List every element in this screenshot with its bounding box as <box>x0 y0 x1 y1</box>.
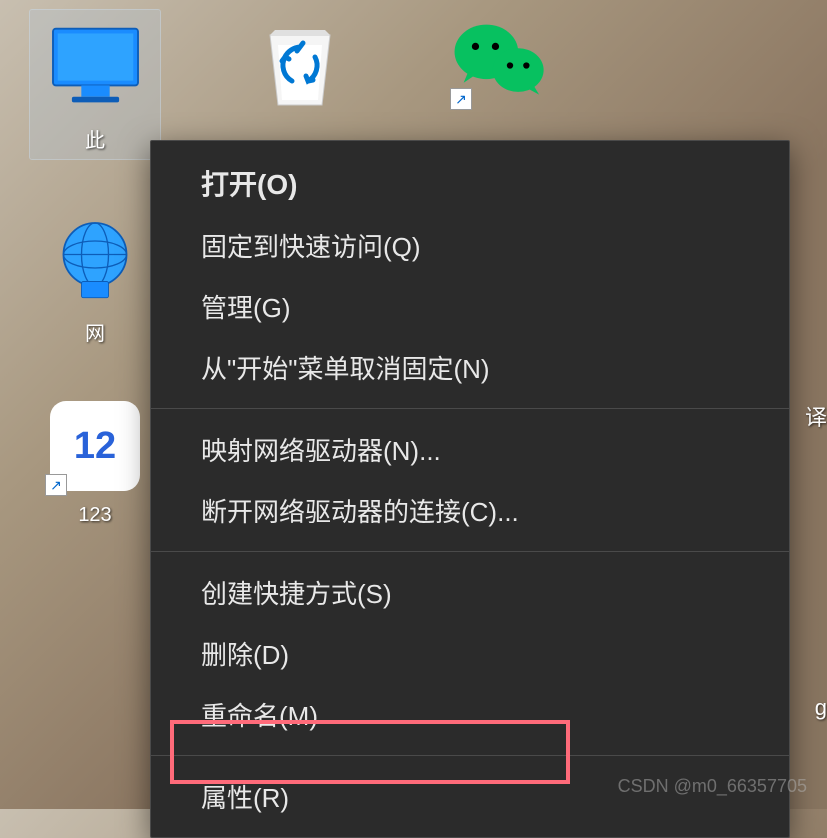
network-icon[interactable]: 网 <box>30 209 160 346</box>
context-menu: 打开(O) 固定到快速访问(Q) 管理(G) 从"开始"菜单取消固定(N) 映射… <box>150 140 790 838</box>
menu-delete[interactable]: 删除(D) <box>151 623 789 684</box>
menu-open[interactable]: 打开(O) <box>151 151 789 215</box>
shortcut-arrow-icon: ↗ <box>450 88 472 110</box>
shortcut-arrow-icon: ↗ <box>45 474 67 496</box>
wechat-icon[interactable]: ↗ <box>450 10 550 110</box>
app-123-box: 12 ↗ <box>45 396 145 496</box>
recycle-bin-icon[interactable] <box>250 10 350 110</box>
partial-label-right-1: 译 <box>805 400 827 432</box>
desktop-icon-column: 此 网 12 ↗ 123 <box>30 10 160 527</box>
this-pc-icon[interactable]: 此 <box>30 10 160 159</box>
app-123-icon[interactable]: 12 ↗ 123 <box>30 396 160 527</box>
monitor-icon <box>45 16 145 116</box>
menu-pin-quick-access[interactable]: 固定到快速访问(Q) <box>151 215 789 276</box>
desktop: 此 网 12 ↗ 123 <box>0 0 827 809</box>
menu-separator <box>151 408 789 409</box>
menu-separator <box>151 755 789 756</box>
app-123-label: 123 <box>78 504 111 527</box>
watermark: CSDN @m0_66357705 <box>618 776 807 797</box>
menu-unpin-start[interactable]: 从"开始"菜单取消固定(N) <box>151 337 789 398</box>
menu-map-network-drive[interactable]: 映射网络驱动器(N)... <box>151 419 789 480</box>
menu-create-shortcut[interactable]: 创建快捷方式(S) <box>151 562 789 623</box>
this-pc-label: 此 <box>85 124 105 153</box>
wechat-graphic: ↗ <box>450 10 550 110</box>
recycle-bin-graphic <box>250 10 350 110</box>
partial-label-right-2: g <box>815 695 827 721</box>
globe-icon <box>45 209 145 309</box>
menu-rename[interactable]: 重命名(M) <box>151 684 789 745</box>
network-label: 网 <box>85 317 105 346</box>
menu-separator <box>151 551 789 552</box>
menu-disconnect-network-drive[interactable]: 断开网络驱动器的连接(C)... <box>151 480 789 541</box>
menu-manage[interactable]: 管理(G) <box>151 276 789 337</box>
